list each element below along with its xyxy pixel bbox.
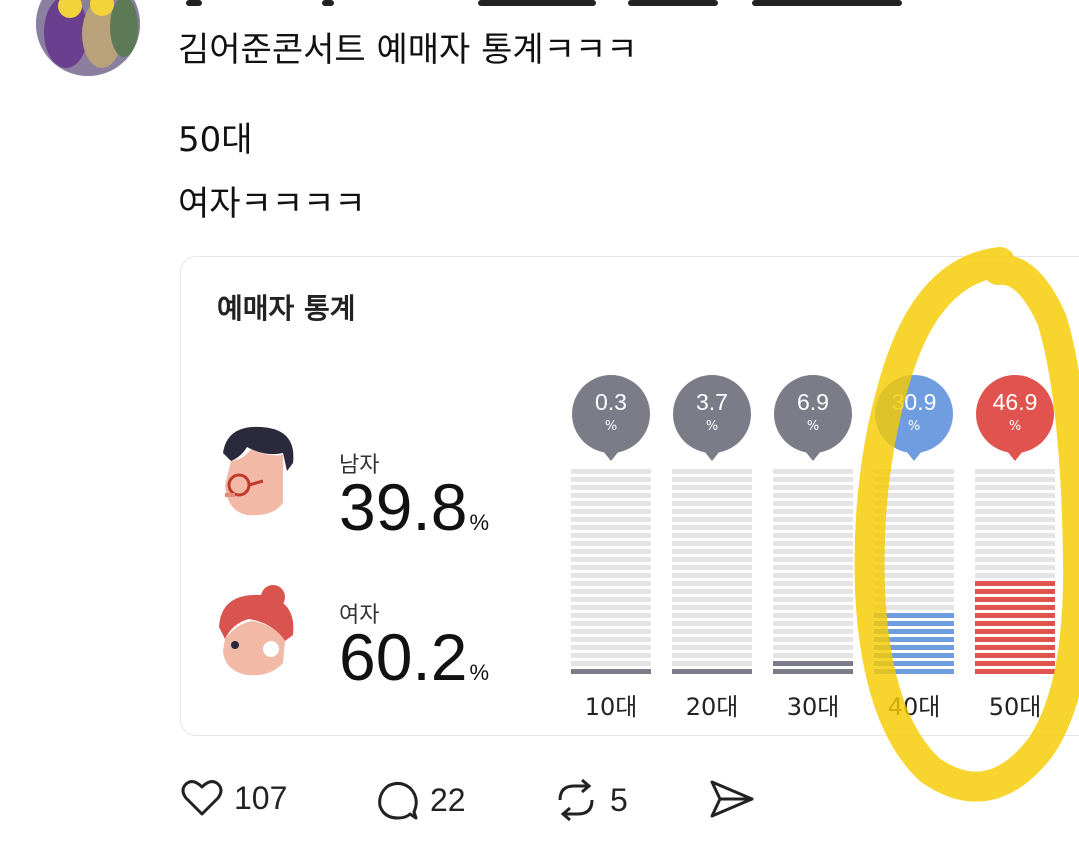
share-button[interactable]	[708, 778, 756, 820]
send-icon	[710, 780, 754, 818]
repost-button[interactable]: 5	[552, 778, 628, 822]
like-button[interactable]: 107	[180, 778, 287, 818]
like-count: 107	[234, 779, 288, 816]
heart-icon	[181, 780, 223, 816]
comment-button[interactable]: 22	[376, 778, 466, 822]
comment-icon	[378, 781, 418, 820]
repost-count: 5	[610, 781, 628, 818]
repost-icon	[558, 778, 594, 822]
highlight-circle	[854, 247, 1079, 802]
comment-count: 22	[430, 781, 466, 818]
